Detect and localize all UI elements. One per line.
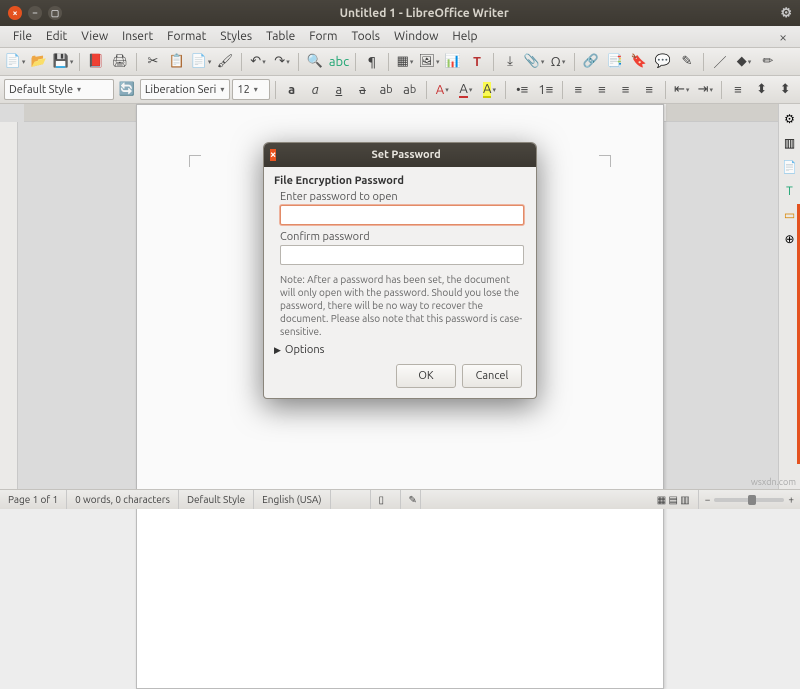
- expander-triangle-icon: ▶: [274, 345, 281, 356]
- confirm-password-label: Confirm password: [280, 231, 526, 243]
- dialog-close-button[interactable]: ×: [270, 149, 276, 161]
- dialog-section-heading: File Encryption Password: [274, 175, 526, 187]
- options-expander[interactable]: ▶ Options: [274, 344, 526, 356]
- enter-password-input[interactable]: [280, 205, 524, 225]
- confirm-password-input[interactable]: [280, 245, 524, 265]
- password-note-text: Note: After a password has been set, the…: [280, 273, 526, 338]
- modal-overlay: × Set Password File Encryption Password …: [0, 0, 800, 509]
- watermark-text: wsxdn.com: [751, 477, 796, 487]
- enter-password-label: Enter password to open: [280, 191, 526, 203]
- cancel-button[interactable]: Cancel: [462, 364, 522, 388]
- dialog-title: Set Password: [282, 149, 530, 161]
- ok-button[interactable]: OK: [396, 364, 456, 388]
- set-password-dialog: × Set Password File Encryption Password …: [263, 142, 537, 399]
- dialog-titlebar[interactable]: × Set Password: [264, 143, 536, 167]
